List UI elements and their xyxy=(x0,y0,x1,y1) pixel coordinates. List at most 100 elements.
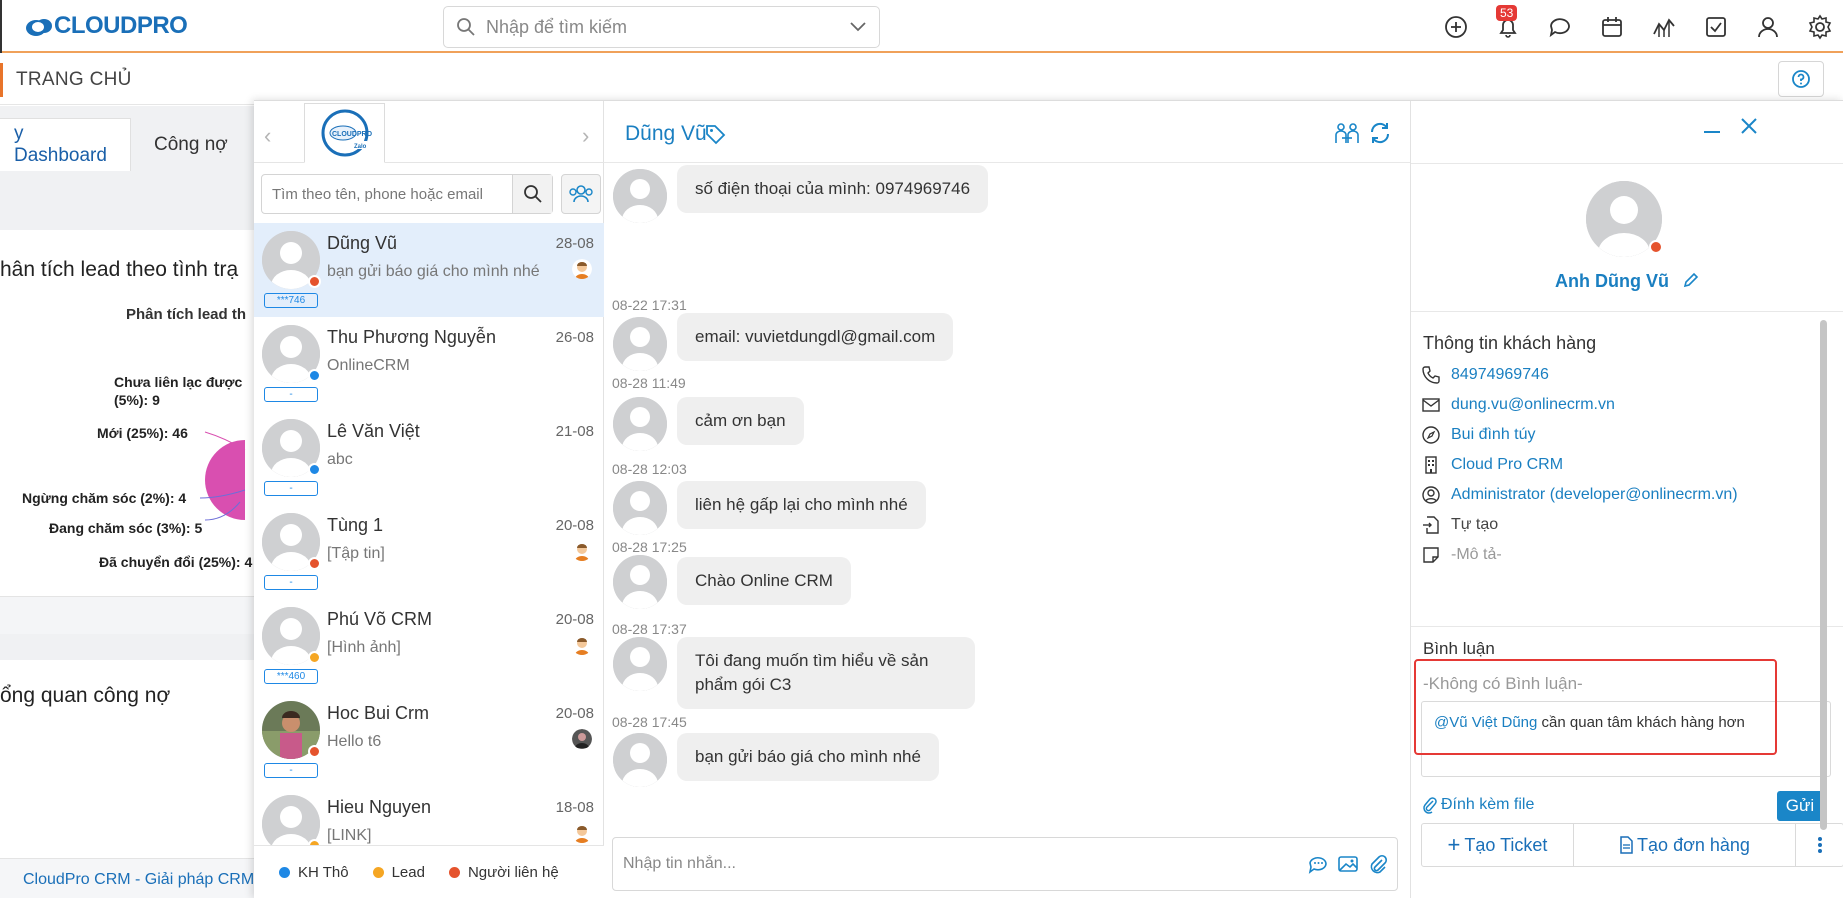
tab-zalo[interactable]: CLOUDPRO Zalo xyxy=(304,103,385,163)
conversation-search-button[interactable] xyxy=(512,175,552,213)
chevron-down-icon[interactable] xyxy=(849,21,867,33)
image-icon[interactable] xyxy=(1337,853,1359,875)
calendar-icon[interactable] xyxy=(1599,14,1625,40)
customer-name[interactable]: Anh Dũng Vũ xyxy=(1555,271,1669,291)
legend-dot xyxy=(448,867,460,878)
report-icon[interactable] xyxy=(1651,14,1677,40)
conversation-item[interactable]: Hoc Bui Crm 20-08 Hello t6- xyxy=(254,693,604,787)
note-icon xyxy=(1423,547,1439,563)
conversation-item[interactable]: Tùng 1 20-08 [Tập tin] - xyxy=(254,505,604,599)
help-icon xyxy=(1792,70,1810,88)
customer-address[interactable]: Bui đình túy xyxy=(1451,426,1536,444)
task-icon[interactable] xyxy=(1703,14,1729,40)
conversation-search[interactable] xyxy=(261,174,553,214)
conversation-tag[interactable]: - xyxy=(264,763,318,778)
agent-avatar-icon xyxy=(572,259,592,279)
conversation-search-input[interactable] xyxy=(262,185,512,203)
quick-reply-icon[interactable] xyxy=(1307,853,1329,875)
customer-phone[interactable]: 84974969746 xyxy=(1451,366,1549,384)
sender-avatar xyxy=(613,555,667,609)
conversation-item[interactable]: Dũng Vũ 28-08 bạn gửi báo giá cho mình nhé… xyxy=(254,223,604,317)
conversation-tag[interactable]: - xyxy=(264,387,318,402)
conversation-last-message: OnlineCRM xyxy=(327,357,410,374)
message-bubble[interactable]: liên hệ gấp lại cho mình nhé xyxy=(677,481,926,529)
agent-avatar-icon xyxy=(572,541,592,561)
tab-cong-no[interactable]: Công nợ xyxy=(140,118,242,171)
customer-info-panel: Anh Dũng Vũ Thông tin khách hàng 8497496… xyxy=(1410,101,1843,898)
message-bubble[interactable]: email: vuvietdungdl@gmail.com xyxy=(677,313,954,361)
send-comment-button[interactable]: Gửi xyxy=(1777,791,1823,821)
chat-header: Dũng Vũ xyxy=(604,101,1410,163)
group-filter-button[interactable] xyxy=(561,174,601,214)
conversation-item[interactable]: Phú Võ CRM 20-08 [Hình ảnh] ***460 xyxy=(254,599,604,693)
left-edge-line xyxy=(0,0,2,53)
profile-name: Anh Dũng Vũ xyxy=(1411,271,1843,292)
tag-icon[interactable] xyxy=(704,123,726,145)
edit-icon[interactable] xyxy=(1682,271,1700,289)
global-search-input[interactable] xyxy=(486,16,849,38)
customer-actions: + Tạo Ticket Tạo đơn hàng xyxy=(1421,823,1843,867)
message-input[interactable] xyxy=(613,855,1307,873)
message-composer[interactable] xyxy=(612,837,1398,891)
conversation-last-message: [Tập tin] xyxy=(327,545,385,562)
info-company-row: Cloud Pro CRM xyxy=(1421,455,1563,475)
message-list: số điện thoại của mình: 0974969746 08-22 … xyxy=(604,163,1410,803)
info-address-row: Bui đình túy xyxy=(1421,425,1536,445)
help-button[interactable] xyxy=(1778,61,1824,97)
message-bubble[interactable]: Tôi đang muốn tìm hiểu về sản phẩm gói C… xyxy=(677,637,975,709)
refresh-icon[interactable] xyxy=(1368,121,1392,145)
conversation-tag[interactable]: ***746 xyxy=(264,293,318,308)
conversation-item[interactable]: Thu Phương Nguyễn 26-08 OnlineCRM - xyxy=(254,317,604,411)
chat-icon[interactable] xyxy=(1547,14,1573,40)
conversation-last-message: [LINK] xyxy=(327,827,372,844)
profile-divider xyxy=(1411,311,1843,312)
attachment-icon[interactable] xyxy=(1367,853,1389,875)
conversation-item[interactable]: Lê Văn Việt 21-08 abc - xyxy=(254,411,604,505)
conversation-tag[interactable]: - xyxy=(264,481,318,496)
conversation-last-message: abc xyxy=(327,451,353,468)
close-icon[interactable] xyxy=(1738,115,1760,137)
contact-type-dot xyxy=(308,463,321,476)
create-order-button[interactable]: Tạo đơn hàng xyxy=(1574,824,1796,866)
global-search[interactable] xyxy=(443,6,880,48)
default-avatar-icon xyxy=(613,169,667,223)
add-icon[interactable] xyxy=(1443,14,1469,40)
lead-card-footer xyxy=(0,596,260,634)
conversation-item[interactable]: Hieu Nguyen18-08[LINK]- xyxy=(254,787,604,845)
message-timestamp: 08-28 11:49 xyxy=(612,375,686,391)
customer-assignee[interactable]: Administrator (developer@onlinecrm.vn) xyxy=(1451,486,1738,504)
users-icon xyxy=(569,185,593,203)
create-ticket-button[interactable]: + Tạo Ticket xyxy=(1422,824,1574,866)
info-panel-scrollbar[interactable] xyxy=(1820,320,1827,830)
prev-channel-icon[interactable]: ‹ xyxy=(264,123,271,149)
minimize-icon[interactable] xyxy=(1701,115,1723,137)
conversation-name: Tùng 1 xyxy=(327,515,384,535)
message-bubble[interactable]: số điện thoại của mình: 0974969746 xyxy=(677,165,989,213)
pie-label-da-chuyen-doi: Đã chuyển đổi (25%): 4 xyxy=(99,554,253,570)
lead-analysis-title: hân tích lead theo tình trạ xyxy=(0,258,239,281)
chat-panel: Dũng Vũ số điện thoại của mình: 09749697… xyxy=(604,101,1759,898)
user-icon[interactable] xyxy=(1755,14,1781,40)
svg-text:CLOUDPRO: CLOUDPRO xyxy=(332,131,373,138)
customer-email[interactable]: dung.vu@onlinecrm.vn xyxy=(1451,396,1615,414)
conversation-tag[interactable]: ***460 xyxy=(264,669,318,684)
conversation-date: 20-08 xyxy=(555,611,594,628)
footer-text[interactable]: CloudPro CRM - Giải pháp CRM xyxy=(23,871,254,889)
cloudpro-logo[interactable]: CLOUDPRO xyxy=(24,8,188,44)
customer-company[interactable]: Cloud Pro CRM xyxy=(1451,456,1563,474)
message-bubble[interactable]: cảm ơn bạn xyxy=(677,397,804,445)
customer-description[interactable]: -Mô tả- xyxy=(1451,546,1502,564)
legend-item-nguoi-lien-he: Người liên hệ xyxy=(448,864,559,881)
attach-file-link[interactable]: Đính kèm file xyxy=(1423,796,1534,814)
chart-subtitle: Phân tích lead th xyxy=(126,306,247,323)
pie-label-chua-lien-lac-value: (5%): 9 xyxy=(114,392,160,408)
tab-dashboard[interactable]: y Dashboard xyxy=(0,118,131,171)
transfer-chat-icon[interactable] xyxy=(1334,121,1360,147)
message-bubble[interactable]: bạn gửi báo giá cho mình nhé xyxy=(677,733,939,781)
conversation-tag[interactable]: - xyxy=(264,575,318,590)
more-actions-button[interactable] xyxy=(1796,824,1843,866)
chat-contact-name[interactable]: Dũng Vũ xyxy=(625,122,707,146)
message-bubble[interactable]: Chào Online CRM xyxy=(677,557,851,605)
next-channel-icon[interactable]: › xyxy=(582,123,589,149)
gear-icon[interactable] xyxy=(1807,14,1833,40)
